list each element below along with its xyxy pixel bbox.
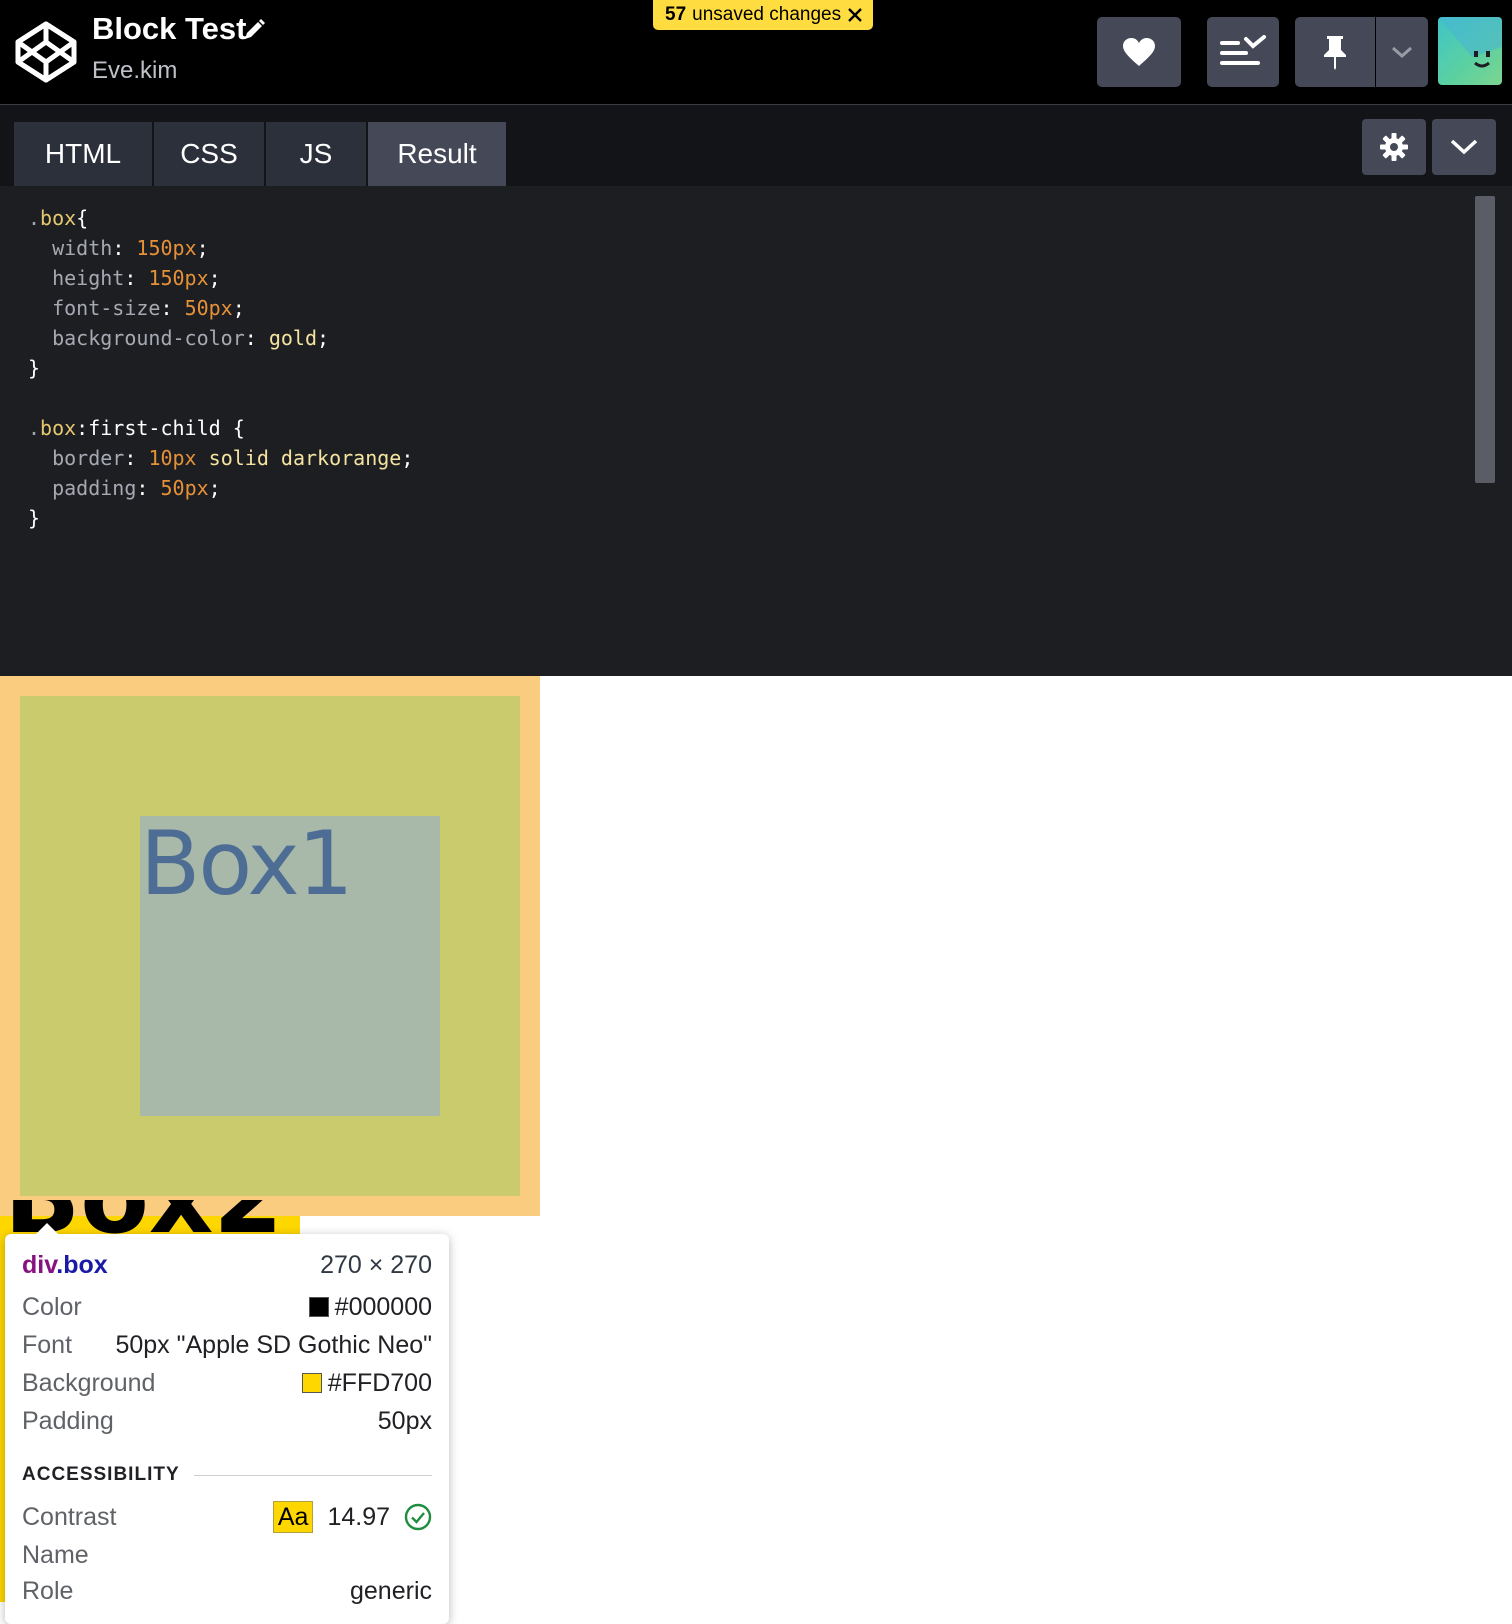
author-name[interactable]: Eve.kim xyxy=(92,56,177,86)
inspector-row-color: Color #000000 xyxy=(22,1290,432,1324)
inspector-row-contrast: Contrast Aa 14.97 xyxy=(22,1500,432,1534)
row-value: #FFD700 xyxy=(327,1369,432,1397)
box1-content-highlight[interactable]: Box1 xyxy=(140,816,440,1116)
css-editor-panel: HTML CSS JS Result .box{width: 150px; h… xyxy=(0,105,1512,676)
contrast-sample-badge: Aa xyxy=(272,1501,314,1533)
code-line: font-size: 50px; xyxy=(52,296,245,320)
element-class: .box xyxy=(56,1251,108,1279)
code-line: border: 10px solid darkorange; xyxy=(52,446,414,470)
editor-collapse-button[interactable] xyxy=(1432,119,1496,175)
box1-text: Box1 xyxy=(140,812,354,915)
inspector-row-background: Background #FFD700 xyxy=(22,1366,432,1400)
editor-scrollbar[interactable] xyxy=(1475,196,1495,483)
gear-icon xyxy=(1380,133,1408,161)
pin-icon xyxy=(1324,36,1346,70)
color-swatch xyxy=(308,1297,329,1317)
pen-title[interactable]: Block Test xyxy=(92,10,246,48)
unsaved-changes-badge[interactable]: 57 unsaved changes xyxy=(653,0,874,30)
row-label: Background xyxy=(22,1369,156,1397)
view-options-icon xyxy=(1220,35,1266,65)
tab-result[interactable]: Result xyxy=(368,122,506,186)
inspector-row-font: Font 50px "Apple SD Gothic Neo" xyxy=(22,1328,432,1362)
contrast-value: 14.97 xyxy=(327,1503,390,1531)
row-label: Color xyxy=(22,1293,82,1321)
element-dimensions: 270 × 270 xyxy=(320,1251,432,1279)
pin-dropdown-button[interactable] xyxy=(1376,17,1428,87)
code-line: .box:first-child { xyxy=(28,416,245,440)
code-line: background-color: gold; xyxy=(52,326,330,350)
accessibility-section-header: ACCESSIBILITY xyxy=(22,1458,432,1492)
view-switcher-button[interactable] xyxy=(1207,17,1279,87)
unsaved-count: 57 xyxy=(665,4,687,25)
code-line: height: 150px; xyxy=(52,266,221,290)
inspector-tooltip: div.box 270 × 270 Color #000000 Font 50p… xyxy=(5,1223,449,1624)
inspector-row-role: Role generic xyxy=(22,1574,432,1608)
row-value: #000000 xyxy=(334,1293,432,1321)
tab-html[interactable]: HTML xyxy=(14,122,152,186)
row-label: Role xyxy=(22,1577,74,1605)
tab-css[interactable]: CSS xyxy=(154,122,264,186)
code-line: width: 150px; xyxy=(52,236,209,260)
box1-margin-highlight: Box1 xyxy=(0,676,540,1216)
tab-js[interactable]: JS xyxy=(266,122,366,186)
row-label: Font xyxy=(22,1331,73,1359)
code-line: } xyxy=(28,506,41,530)
unsaved-label: unsaved changes xyxy=(692,4,842,25)
pin-button[interactable] xyxy=(1295,17,1375,87)
divider xyxy=(193,1474,432,1476)
accessibility-heading: ACCESSIBILITY xyxy=(22,1464,180,1485)
editor-tab-bar: HTML CSS JS Result xyxy=(0,105,1512,186)
heart-button[interactable] xyxy=(1097,17,1181,87)
row-value: 50px "Apple SD Gothic Neo" xyxy=(115,1331,432,1359)
css-code[interactable]: .box{ width: 150px; height: 150px; font-… xyxy=(28,203,413,533)
editor-settings-button[interactable] xyxy=(1362,119,1426,175)
codepen-logo-icon[interactable] xyxy=(14,20,78,84)
close-icon[interactable] xyxy=(847,7,863,23)
element-tag: div xyxy=(22,1251,57,1279)
box1-border-highlight: Box1 xyxy=(20,696,520,1196)
row-label: Contrast xyxy=(22,1503,117,1531)
pencil-icon[interactable] xyxy=(242,18,266,42)
row-label: Padding xyxy=(22,1407,114,1435)
tooltip-arrow xyxy=(35,1223,59,1235)
row-value: generic xyxy=(350,1577,432,1605)
heart-icon xyxy=(1123,38,1155,66)
color-swatch xyxy=(301,1373,322,1393)
row-label: Name xyxy=(22,1541,89,1569)
inspector-row-name: Name xyxy=(22,1538,432,1572)
element-summary: div.box 270 × 270 xyxy=(22,1248,432,1282)
code-line: padding: 50px; xyxy=(52,476,221,500)
chevron-down-icon xyxy=(1450,139,1478,155)
inspector-row-padding: Padding 50px xyxy=(22,1404,432,1438)
user-avatar[interactable] xyxy=(1438,17,1502,85)
code-line: .box{ xyxy=(28,206,89,230)
check-circle-icon xyxy=(404,1503,432,1531)
chevron-down-icon xyxy=(1392,46,1412,59)
row-value: 50px xyxy=(377,1407,432,1435)
code-line: } xyxy=(28,356,41,380)
top-header: Block Test Eve.kim 57 unsaved changes xyxy=(0,0,1512,105)
